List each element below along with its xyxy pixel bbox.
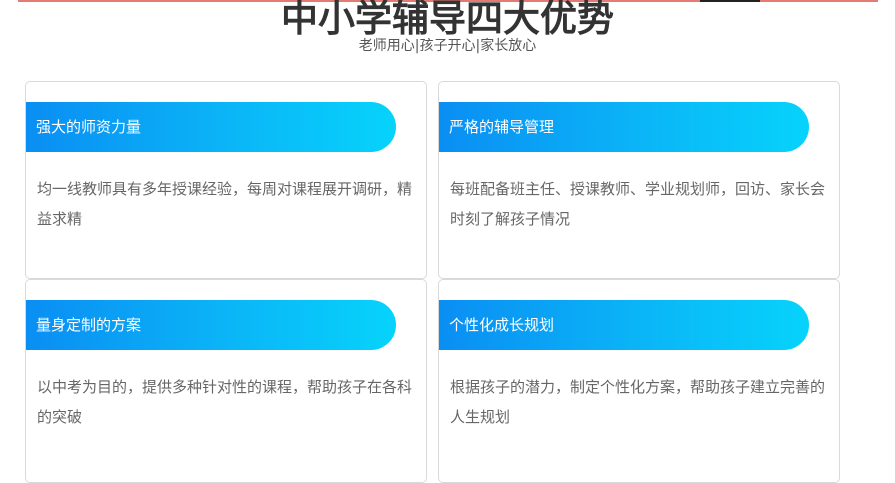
advantage-card-teachers: 强大的师资力量 均一线教师具有多年授课经验，每周对课程展开调研，精益求精 (25, 81, 427, 279)
advantage-card-management: 严格的辅导管理 每班配备班主任、授课教师、学业规划师，回访、家长会时刻了解孩子情… (438, 81, 840, 279)
advantage-card-title: 量身定制的方案 (26, 300, 396, 350)
advantage-card-title: 严格的辅导管理 (439, 102, 809, 152)
advantage-card-title: 强大的师资力量 (26, 102, 396, 152)
advantage-card-description: 均一线教师具有多年授课经验，每周对课程展开调研，精益求精 (37, 180, 413, 228)
advantage-card-description: 根据孩子的潜力，制定个性化方案，帮助孩子建立完善的人生规划 (450, 378, 826, 426)
advantage-card-growth-plan: 个性化成长规划 根据孩子的潜力，制定个性化方案，帮助孩子建立完善的人生规划 (438, 279, 840, 483)
advantage-card-custom-plan: 量身定制的方案 以中考为目的，提供多种针对性的课程，帮助孩子在各科的突破 (25, 279, 427, 483)
advantage-card-title: 个性化成长规划 (439, 300, 809, 350)
advantage-card-description: 每班配备班主任、授课教师、学业规划师，回访、家长会时刻了解孩子情况 (450, 180, 826, 228)
advantage-card-description: 以中考为目的，提供多种针对性的课程，帮助孩子在各科的突破 (37, 378, 413, 426)
section-subtitle: 老师用心|孩子开心|家长放心 (358, 38, 537, 54)
